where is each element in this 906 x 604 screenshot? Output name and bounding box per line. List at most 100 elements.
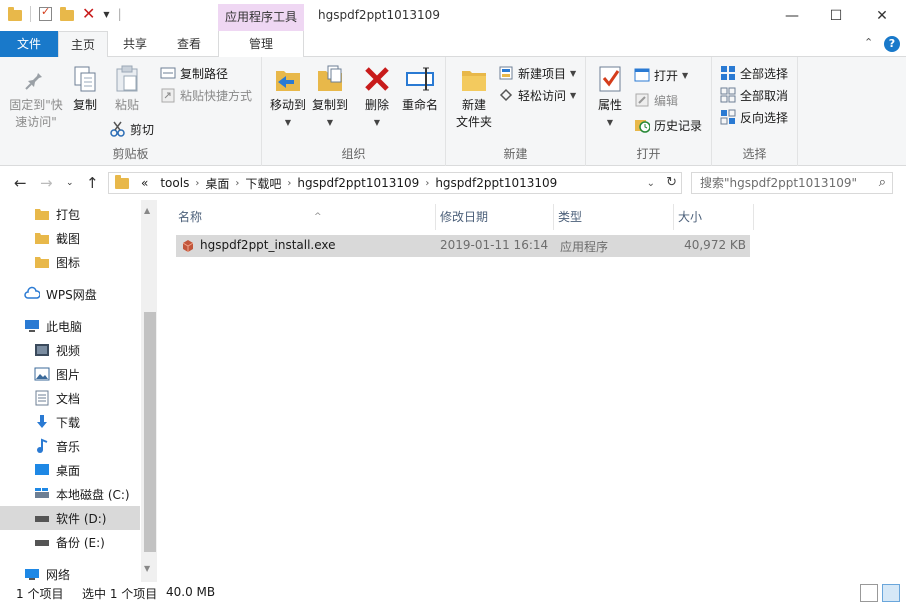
pin-quick-access-button[interactable]: 固定到"快速访问" [6,63,66,131]
nav-item-label: 网络 [46,567,71,582]
paste-icon [111,63,143,95]
nav-item-this-pc[interactable]: 此电脑 [0,314,140,338]
copy-to-label: 复制到 [311,98,348,112]
history-icon [634,117,651,133]
collapse-ribbon-chevron-icon[interactable]: ⌃ [864,36,873,49]
breadcrumb-overflow[interactable]: « [135,176,154,190]
breadcrumb-xiazaiba[interactable]: 下载吧 [239,175,287,192]
column-header-label: 修改日期 [440,210,489,224]
new-group-label: 新建 [503,147,528,161]
breadcrumb-desktop[interactable]: 桌面 [199,175,235,192]
nav-item-label: 视频 [56,343,81,358]
breadcrumb-folder[interactable]: hgspdf2ppt1013109 [291,176,425,190]
rename-button[interactable]: 重命名 [400,63,440,114]
tab-view[interactable]: 查看 [164,31,214,57]
new-folder-button[interactable]: 新建 文件夹 [454,63,494,131]
nav-item-jietu[interactable]: 截图 [0,226,140,250]
invert-selection-icon [720,109,736,125]
easy-access-button[interactable]: 轻松访问 ▼ [498,85,576,105]
search-input[interactable]: 搜索"hgspdf2ppt1013109" ⌕ [691,172,893,194]
address-dropdown-chevron-icon[interactable]: ⌄ [647,178,655,189]
copy-button[interactable]: 复制 [70,63,100,114]
nav-item-label: 音乐 [56,439,81,454]
nav-item-downloads[interactable]: 下载 [0,410,140,434]
scroll-down-arrow-icon[interactable]: ▼ [144,564,150,573]
column-header-type[interactable]: 类型 [554,204,674,230]
recent-locations-chevron-icon[interactable]: ⌄ [66,178,74,188]
up-arrow-icon[interactable]: ↑ [86,174,99,192]
delete-button[interactable]: 删除 ▼ [360,63,394,131]
tab-home[interactable]: 主页 [58,31,108,58]
cut-button[interactable]: 剪切 [110,119,154,139]
breadcrumb-tools[interactable]: tools [154,176,195,190]
new-folder-icon[interactable] [60,7,74,21]
nav-item-dabao[interactable]: 打包 [0,202,140,226]
properties-icon[interactable] [39,5,52,21]
new-group: 新建 文件夹 新建项目 ▼ 轻松访问 ▼ 新建 [446,57,586,166]
network-icon [24,566,40,582]
copy-label: 复制 [72,98,97,112]
tab-share[interactable]: 共享 [112,31,158,57]
large-icons-view-icon[interactable] [882,584,900,602]
easy-access-chevron-down-icon: ▼ [570,90,577,100]
open-label: 打开 [654,68,679,83]
nav-item-drive-c[interactable]: 本地磁盘 (C:) [0,482,140,506]
invert-selection-button[interactable]: 反向选择 [720,107,788,127]
open-button[interactable]: 打开 ▼ [634,65,688,85]
paste-shortcut-button[interactable]: 粘贴快捷方式 [160,85,252,105]
properties-chevron-down-icon: ▼ [606,118,614,127]
copy-icon [69,63,101,95]
forward-arrow-icon[interactable]: → [40,174,53,192]
copy-path-button[interactable]: 复制路径 [160,63,228,83]
column-header-size[interactable]: 大小 [674,204,754,230]
tab-file[interactable]: 文件 [0,31,58,57]
nav-item-label: 图片 [56,367,81,382]
copy-to-chevron-down-icon: ▼ [326,118,334,127]
folder-icon [115,174,129,189]
nav-item-drive-d[interactable]: 软件 (D:) [0,506,140,530]
details-view-icon[interactable] [860,584,878,602]
help-icon[interactable]: ? [884,36,900,52]
column-header-date[interactable]: 修改日期 [436,204,554,230]
nav-item-desktop[interactable]: 桌面 [0,458,140,482]
navpane-scroll-thumb[interactable] [144,312,156,552]
new-item-label: 新建项目 [518,66,567,81]
edit-button[interactable]: 编辑 [634,90,678,110]
breadcrumb-current[interactable]: hgspdf2ppt1013109 [429,176,563,190]
scissors-icon [110,121,126,137]
address-bar[interactable]: « tools › 桌面 › 下载吧 › hgspdf2ppt1013109 ›… [108,172,682,194]
nav-item-videos[interactable]: 视频 [0,338,140,362]
move-to-button[interactable]: 移动到 ▼ [266,63,310,131]
scroll-up-arrow-icon[interactable]: ▲ [144,206,150,215]
delete-icon[interactable]: ✕ [82,6,95,22]
column-header-name[interactable]: 名称 ^ [174,204,436,230]
rename-label: 重命名 [401,98,438,112]
maximize-button[interactable]: ☐ [814,0,858,31]
customize-qat-chevron-icon[interactable]: ▼ [103,10,109,19]
nav-item-drive-e[interactable]: 备份 (E:) [0,530,140,554]
paste-button[interactable]: 粘贴 [110,63,144,114]
file-list: 名称 ^ 修改日期 类型 大小 hgspdf2ppt_install.exe 2… [158,200,906,582]
nav-item-tubiao[interactable]: 图标 [0,250,140,274]
history-button[interactable]: 历史记录 [634,115,702,135]
search-icon[interactable]: ⌕ [879,173,886,193]
select-all-button[interactable]: 全部选择 [720,63,788,83]
documents-icon [34,390,50,406]
tab-manage[interactable]: 管理 [218,31,304,57]
close-button[interactable]: ✕ [860,0,904,31]
pictures-icon [34,366,50,382]
minimize-button[interactable]: — [770,0,814,31]
copy-to-button[interactable]: 复制到 ▼ [308,63,352,131]
properties-button[interactable]: 属性 ▼ [592,63,628,131]
nav-item-music[interactable]: 音乐 [0,434,140,458]
nav-item-wps-cloud[interactable]: WPS网盘 [0,282,140,306]
select-none-button[interactable]: 全部取消 [720,85,788,105]
refresh-icon[interactable]: ↻ [666,175,677,190]
new-item-chevron-down-icon: ▼ [570,68,577,78]
back-arrow-icon[interactable]: ← [14,174,27,192]
nav-item-pictures[interactable]: 图片 [0,362,140,386]
table-row[interactable]: hgspdf2ppt_install.exe 2019-01-11 16:14 … [176,235,750,257]
nav-item-documents[interactable]: 文档 [0,386,140,410]
new-item-button[interactable]: 新建项目 ▼ [498,63,576,83]
move-to-label: 移动到 [269,98,306,112]
